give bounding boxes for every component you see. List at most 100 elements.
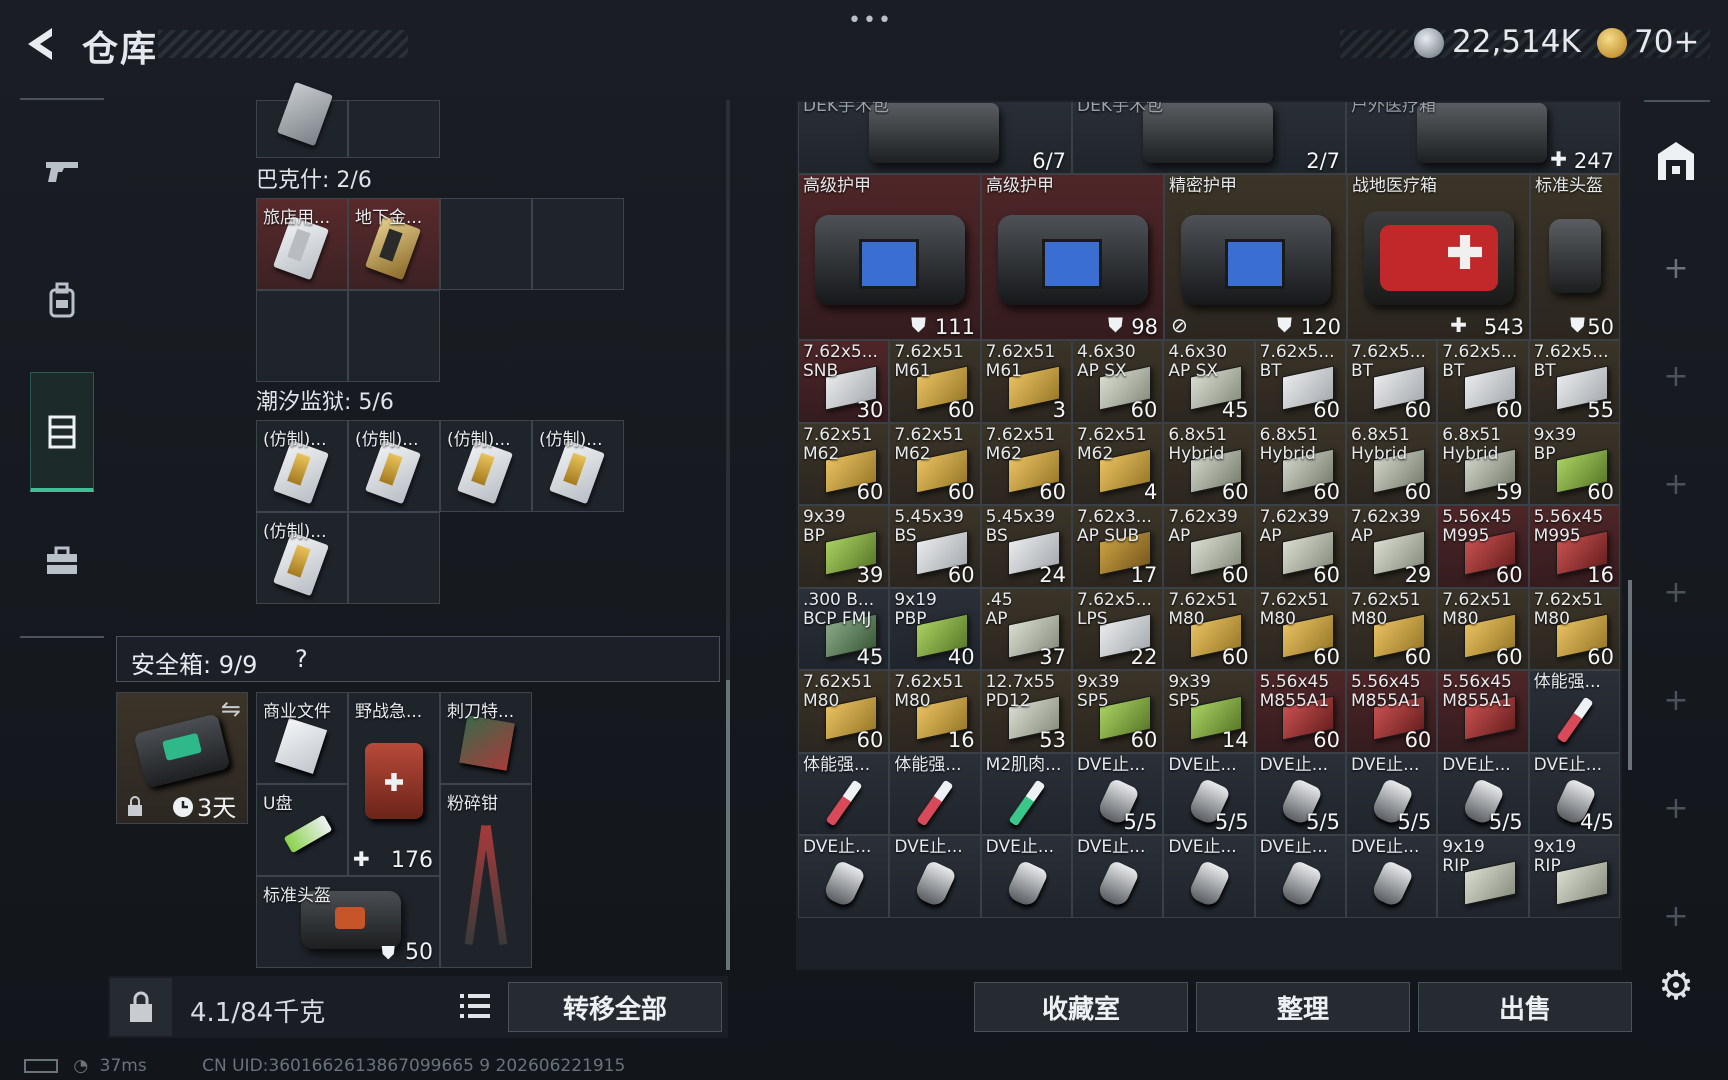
swap-icon[interactable]: ⇋	[221, 695, 241, 723]
page-slot-icon[interactable]: +	[1648, 888, 1704, 944]
storage-item[interactable]: 7.62x51 M80 16	[889, 670, 981, 753]
list-icon[interactable]	[452, 984, 496, 1028]
safebox-item[interactable]: 刺刀特...	[440, 692, 532, 784]
storage-item[interactable]: 7.62x51 M62 60	[889, 422, 981, 505]
storage-item[interactable]: 9x39 BP 39	[798, 505, 890, 588]
storage-item[interactable]: 5.56x45 M855A1 60	[1345, 670, 1438, 753]
keycard-slot[interactable]: 旅店用...	[256, 198, 348, 290]
storage-item[interactable]: 体能强...	[798, 752, 890, 835]
storage-item[interactable]: 7.62x3... AP SUB 17	[1071, 505, 1164, 588]
storage-item[interactable]: DVE止...	[980, 835, 1072, 918]
storage-item[interactable]: DVE止... 5/5	[1254, 752, 1346, 835]
storage-item[interactable]: DVE止...	[1071, 835, 1164, 918]
storage-item[interactable]: 9x19 RIP	[1437, 835, 1529, 918]
left-scrollbar-thumb[interactable]	[726, 680, 730, 970]
storage-item[interactable]: 体能强...	[889, 752, 981, 835]
page-slot-icon[interactable]: +	[1648, 456, 1704, 512]
storage-item[interactable]: 7.62x39 AP 60	[1254, 505, 1346, 588]
storage-item[interactable]: .45 AP 37	[980, 587, 1072, 670]
storage-item[interactable]: 9x39 SP5 14	[1163, 670, 1255, 753]
storage-item[interactable]: DVE止...	[1345, 835, 1438, 918]
keycard-slot[interactable]: (仿制)...	[348, 420, 440, 512]
storage-item[interactable]: 高级护甲 98 ⛊	[981, 174, 1164, 340]
storage-item[interactable]: 标准头盔 50 ⛊	[1530, 174, 1620, 340]
storage-item[interactable]: 7.62x51 M62 60	[980, 422, 1072, 505]
storage-item[interactable]: 9x19 RIP	[1528, 835, 1620, 918]
storage-item[interactable]: 战地医疗箱 543 ✚	[1347, 174, 1530, 340]
storage-item[interactable]: 7.62x51 M80 60	[1254, 587, 1346, 670]
warehouse-icon[interactable]	[1648, 132, 1704, 188]
storage-item[interactable]: 7.62x51 M80 60	[1345, 587, 1438, 670]
storage-item[interactable]: 7.62x51 M62 4	[1071, 422, 1164, 505]
storage-item[interactable]: .300 B... BCP FMJ 45	[798, 587, 890, 670]
page-slot-icon[interactable]: +	[1648, 348, 1704, 404]
storage-item[interactable]: DEK手术包 2/7	[1072, 102, 1346, 174]
storage-item[interactable]: 7.62x51 M80 60	[798, 670, 890, 753]
page-add-icon[interactable]: +	[1648, 240, 1704, 296]
currency-gold[interactable]: 70+	[1634, 24, 1699, 60]
safebox-item[interactable]: 野战急... 176 ✚	[348, 692, 440, 876]
storage-item[interactable]: 7.62x51 M61 3	[980, 340, 1072, 423]
storage-item[interactable]: DVE止... 4/5	[1528, 752, 1620, 835]
storage-item[interactable]: 体能强...	[1528, 670, 1620, 753]
transfer-all-button[interactable]: 转移全部	[508, 982, 722, 1032]
storage-item[interactable]: 5.56x45 M855A1 60	[1254, 670, 1346, 753]
storage-item[interactable]: 5.56x45 M855A1	[1437, 670, 1529, 753]
storage-item[interactable]: 7.62x39 AP 29	[1345, 505, 1438, 588]
lock-button[interactable]	[110, 978, 172, 1036]
page-slot-icon[interactable]: +	[1648, 672, 1704, 728]
nav-backpack[interactable]	[30, 240, 94, 360]
storage-item[interactable]: 5.45x39 BS 60	[889, 505, 981, 588]
storage-item[interactable]: 9x19 PBP 40	[889, 587, 981, 670]
keycard-slot[interactable]: (仿制)...	[440, 420, 532, 512]
keycard-slot-empty[interactable]	[256, 290, 348, 382]
storage-item[interactable]: 9x39 SP5 60	[1071, 670, 1164, 753]
storage-item[interactable]: 7.62x5... LPS 22	[1071, 587, 1164, 670]
storage-item[interactable]: 7.62x51 M80 60	[1437, 587, 1529, 670]
keycard-slot[interactable]: 地下金...	[348, 198, 440, 290]
keycard-slot-empty[interactable]	[348, 290, 440, 382]
storage-item[interactable]: 5.56x45 M995 16	[1528, 505, 1620, 588]
storage-item[interactable]: 4.6x30 AP SX 60	[1071, 340, 1164, 423]
storage-item[interactable]: DVE止...	[1163, 835, 1255, 918]
safebox-item[interactable]: 标准头盔 50 ⛊	[256, 876, 440, 968]
safebox-item[interactable]: 商业文件	[256, 692, 348, 784]
storage-item[interactable]: DEK手术包 6/7	[798, 102, 1072, 174]
storage-item[interactable]: 7.62x5... BT 60	[1345, 340, 1438, 423]
page-slot-icon[interactable]: +	[1648, 780, 1704, 836]
safebox-item[interactable]: U盘	[256, 784, 348, 876]
storage-item[interactable]: 7.62x5... SNB 30	[798, 340, 890, 423]
storage-item[interactable]: 7.62x39 AP 60	[1163, 505, 1255, 588]
sell-button[interactable]: 出售	[1418, 982, 1632, 1032]
storage-item[interactable]: 12.7x55 PD12 53	[980, 670, 1072, 753]
storage-item[interactable]: DVE止... 5/5	[1071, 752, 1164, 835]
storage-item[interactable]: DVE止...	[798, 835, 890, 918]
storage-item[interactable]: 4.6x30 AP SX 45	[1163, 340, 1255, 423]
storage-item[interactable]: 户外医疗箱 247 ✚	[1346, 102, 1620, 174]
storage-item[interactable]: DVE止... 5/5	[1437, 752, 1529, 835]
storage-item[interactable]: 5.45x39 BS 24	[980, 505, 1072, 588]
storage-item[interactable]: 6.8x51 Hybrid 60	[1345, 422, 1438, 505]
storage-item[interactable]: 7.62x5... BT 60	[1254, 340, 1346, 423]
storage-item[interactable]: DVE止...	[889, 835, 981, 918]
storage-item[interactable]: 5.56x45 M995 60	[1437, 505, 1529, 588]
storage-item[interactable]: 9x39 BP 60	[1528, 422, 1620, 505]
storage-item[interactable]: 6.8x51 Hybrid 59	[1437, 422, 1529, 505]
keycard-slot[interactable]: (仿制)...	[532, 420, 624, 512]
storage-item[interactable]: 7.62x5... BT 55	[1528, 340, 1620, 423]
nav-storage[interactable]	[30, 372, 94, 492]
storage-scrollbar-thumb[interactable]	[1628, 580, 1632, 770]
settings-gear-icon[interactable]: ⚙	[1648, 958, 1704, 1014]
storage-item[interactable]: 6.8x51 Hybrid 60	[1254, 422, 1346, 505]
storage-item[interactable]: 7.62x51 M62 60	[798, 422, 890, 505]
storage-item[interactable]: M2肌肉...	[980, 752, 1072, 835]
back-arrow-icon[interactable]	[18, 22, 62, 66]
keycard-slot[interactable]: (仿制)...	[256, 512, 348, 604]
safebox-case-slot[interactable]: ⇋ 3天	[116, 692, 248, 824]
keycard-slot-empty[interactable]	[440, 198, 532, 290]
storage-item[interactable]: DVE止...	[1254, 835, 1346, 918]
sort-button[interactable]: 整理	[1196, 982, 1410, 1032]
storage-item[interactable]: 高级护甲 111 ⛊	[798, 174, 981, 340]
safebox-item[interactable]: 粉碎钳	[440, 784, 532, 968]
keycard-slot-empty[interactable]	[348, 512, 440, 604]
